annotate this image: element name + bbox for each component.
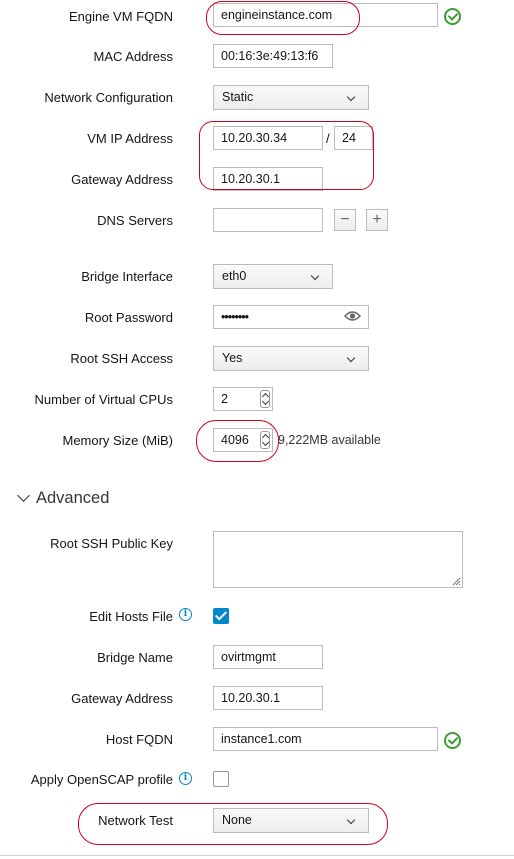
advanced-gateway-label: Gateway Address	[71, 691, 173, 706]
info-icon[interactable]: i	[179, 608, 192, 621]
eye-icon[interactable]	[344, 310, 361, 322]
bridge-name-input[interactable]: ovirtmgmt	[213, 645, 323, 669]
root-ssh-access-label: Root SSH Access	[70, 351, 173, 366]
memory-available-text: 9,222MB available	[278, 433, 381, 447]
host-fqdn-input[interactable]: instance1.com	[213, 727, 438, 751]
mac-address-label: MAC Address	[93, 49, 173, 64]
advanced-gateway-input[interactable]: 10.20.30.1	[213, 686, 323, 710]
network-configuration-select[interactable]: Static	[213, 85, 369, 110]
root-password-label: Root Password	[84, 310, 173, 325]
highlight-circle-memory	[196, 420, 279, 462]
resize-handle-icon[interactable]	[452, 577, 461, 586]
num-vcpus-input[interactable]: 2	[213, 387, 273, 411]
chevron-down-icon[interactable]	[17, 489, 30, 502]
gateway-address-label: Gateway Address	[71, 172, 173, 187]
highlight-circle-fqdn	[206, 1, 360, 35]
network-configuration-label: Network Configuration	[44, 90, 173, 105]
dns-server-input[interactable]	[213, 208, 323, 232]
bridge-name-label: Bridge Name	[97, 650, 173, 665]
dns-servers-label: DNS Servers	[97, 213, 173, 228]
edit-hosts-file-label: Edit Hosts File	[89, 609, 173, 624]
apply-openscap-label: Apply OpenSCAP profile	[30, 772, 173, 787]
advanced-section-title[interactable]: Advanced	[36, 489, 109, 508]
highlight-circle-network-test	[78, 803, 388, 845]
root-ssh-public-key-label: Root SSH Public Key	[50, 536, 173, 551]
remove-dns-button[interactable]: −	[334, 209, 356, 231]
mac-address-input[interactable]: 00:16:3e:49:13:f6	[213, 44, 333, 68]
valid-check-icon	[444, 8, 461, 25]
checkmark-icon	[214, 608, 228, 621]
chevron-down-icon	[346, 92, 356, 102]
root-ssh-access-select[interactable]: Yes	[213, 346, 369, 371]
number-stepper[interactable]	[260, 390, 270, 408]
engine-fqdn-label: Engine VM FQDN	[68, 9, 173, 24]
network-configuration-value: Static	[222, 90, 254, 104]
chevron-down-icon	[310, 271, 320, 281]
bridge-interface-value: eth0	[222, 269, 247, 283]
num-vcpus-label: Number of Virtual CPUs	[34, 392, 173, 407]
add-dns-button[interactable]: +	[366, 209, 388, 231]
footer-divider	[0, 855, 514, 856]
host-fqdn-label: Host FQDN	[105, 732, 173, 747]
edit-hosts-file-checkbox[interactable]	[213, 608, 229, 624]
bridge-interface-label: Bridge Interface	[81, 269, 173, 284]
num-vcpus-value: 2	[221, 392, 228, 406]
valid-check-icon	[444, 732, 461, 749]
vm-ip-label: VM IP Address	[87, 131, 173, 146]
root-ssh-public-key-textarea[interactable]	[213, 531, 463, 588]
info-icon[interactable]: i	[179, 772, 192, 785]
highlight-circle-network	[199, 121, 374, 190]
memory-size-label: Memory Size (MiB)	[62, 433, 173, 448]
bridge-interface-select[interactable]: eth0	[213, 264, 333, 289]
apply-openscap-checkbox[interactable]	[213, 771, 229, 787]
chevron-down-icon	[346, 353, 356, 363]
root-ssh-access-value: Yes	[222, 351, 243, 365]
